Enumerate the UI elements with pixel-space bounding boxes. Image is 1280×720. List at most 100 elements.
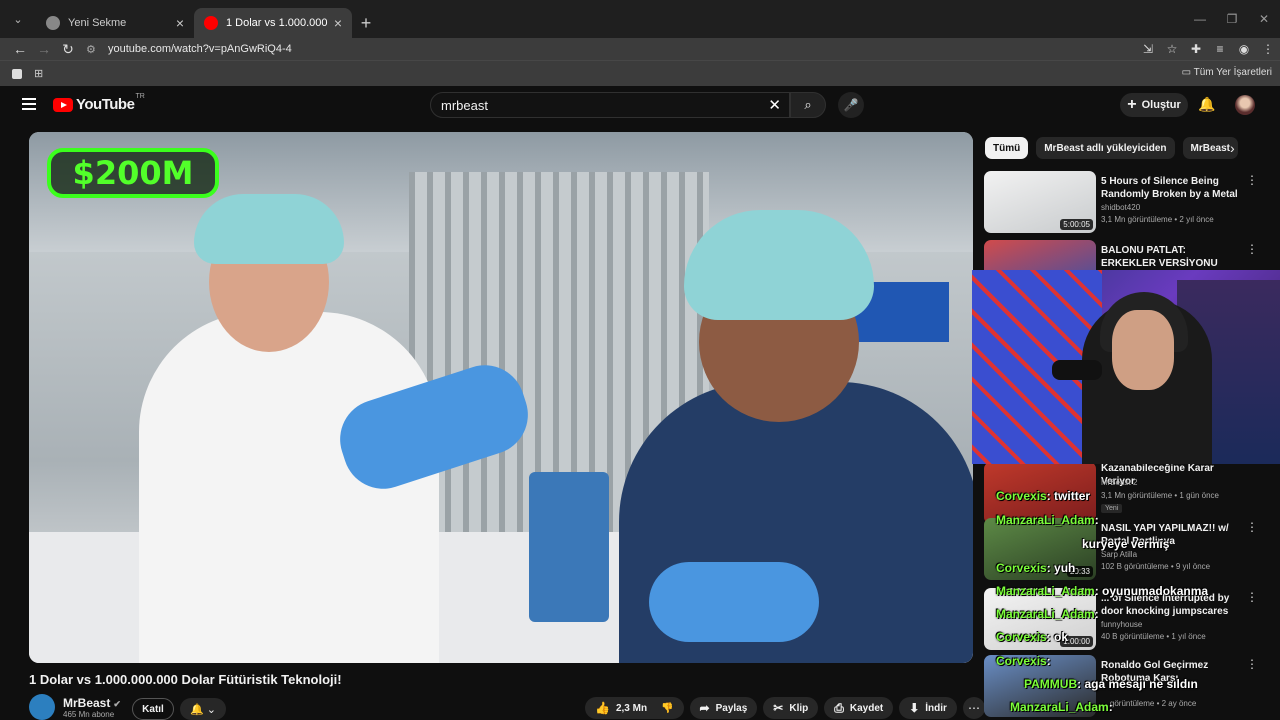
chat-text: : bbox=[1094, 513, 1099, 527]
save-label: Kaydet bbox=[849, 702, 884, 714]
chat-user: PAMMUB bbox=[1024, 677, 1078, 691]
install-icon[interactable]: ⇲ bbox=[1136, 42, 1160, 56]
chat-text: kuryeye vermiş bbox=[1082, 537, 1170, 551]
share-button[interactable]: ➦ Paylaş bbox=[689, 697, 758, 719]
video-thumbnail[interactable]: 5:00:05 bbox=[984, 171, 1096, 233]
search-input[interactable]: mrbeast ✕ bbox=[430, 92, 790, 118]
youtube-logo[interactable]: YouTube TR bbox=[53, 93, 145, 113]
minimize-icon[interactable]: — bbox=[1184, 0, 1216, 38]
url-text: youtube.com/watch?v=pAnGwRiQ4-4 bbox=[108, 43, 292, 55]
forward-icon[interactable]: → bbox=[32, 38, 56, 60]
site-info-icon[interactable]: ⚙ bbox=[86, 43, 108, 56]
clip-label: Klip bbox=[789, 702, 809, 714]
all-bookmarks-label: Tüm Yer İşaretleri bbox=[1193, 67, 1272, 78]
url-field[interactable]: ⚙ youtube.com/watch?v=pAnGwRiQ4-4 bbox=[86, 38, 1116, 60]
plus-icon: + bbox=[1127, 96, 1137, 113]
recommendation-meta: 3,1 Mn görüntüleme • 1 gün önce bbox=[1101, 491, 1219, 500]
more-options-icon[interactable]: ⋮ bbox=[1246, 173, 1258, 187]
recommendation-channel[interactable]: MrBeast 2 bbox=[1101, 478, 1137, 487]
chat-user: Corvexis bbox=[996, 654, 1047, 668]
search-value: mrbeast bbox=[441, 97, 488, 113]
media-icon[interactable]: ≡ bbox=[1208, 42, 1232, 56]
chat-user: ManzaraLi_Adam bbox=[996, 584, 1095, 598]
more-actions-icon[interactable]: ⋯ bbox=[962, 697, 985, 719]
recommendation-title[interactable]: 5 Hours of Silence Being Randomly Broken… bbox=[1101, 175, 1241, 203]
close-icon[interactable]: × bbox=[334, 15, 342, 31]
chat-text: : bbox=[1108, 700, 1113, 714]
restore-icon[interactable]: ❐ bbox=[1216, 0, 1248, 38]
apps-icon[interactable] bbox=[12, 68, 22, 79]
chat-text: : aga mesajı ne sıldın bbox=[1077, 677, 1198, 691]
thumbs-down-icon[interactable]: 👎 bbox=[661, 703, 673, 714]
channel-name[interactable]: MrBeast bbox=[63, 696, 110, 710]
recommendation-meta: 3,1 Mn görüntüleme • 2 yıl önce bbox=[1101, 215, 1214, 224]
reload-icon[interactable]: ↻ bbox=[56, 38, 80, 60]
user-avatar[interactable] bbox=[1235, 95, 1255, 115]
hamburger-menu-icon[interactable] bbox=[22, 98, 36, 110]
recommendation-title[interactable]: BALONU PATLAT: ERKEKLER VERSİYONU bbox=[1101, 244, 1241, 270]
extensions-icon[interactable]: ✚ bbox=[1184, 42, 1208, 56]
bookmark-star-icon[interactable]: ☆ bbox=[1160, 42, 1184, 56]
tab-grid-icon[interactable]: ⊞ bbox=[34, 67, 43, 80]
more-options-icon[interactable]: ⋮ bbox=[1246, 590, 1258, 604]
chat-user: ManzaraLi_Adam bbox=[996, 607, 1095, 621]
tab-new-tab[interactable]: Yeni Sekme × bbox=[36, 8, 194, 38]
download-label: İndir bbox=[925, 702, 947, 714]
video-title: 1 Dolar vs 1.000.000.000 Dolar Fütüristi… bbox=[29, 672, 342, 687]
window-close-icon[interactable]: ✕ bbox=[1248, 0, 1280, 38]
recommendation-item[interactable]: 5:00:05 5 Hours of Silence Being Randoml… bbox=[984, 171, 1274, 233]
more-options-icon[interactable]: ⋮ bbox=[1246, 242, 1258, 256]
create-label: Oluştur bbox=[1141, 99, 1181, 111]
recommendation-channel[interactable]: shidbot420 bbox=[1101, 203, 1140, 212]
new-tab-button[interactable]: + bbox=[352, 8, 380, 38]
chat-message: Corvexis: twitter bbox=[996, 489, 1090, 503]
chip-all[interactable]: Tümü bbox=[985, 137, 1029, 159]
tab-title: Yeni Sekme bbox=[68, 17, 127, 29]
tab-search-icon[interactable]: ⌄ bbox=[0, 0, 36, 38]
chat-message: Corvexis: bbox=[996, 654, 1051, 668]
download-button[interactable]: ⬇ İndir bbox=[899, 697, 957, 719]
tab-youtube-video[interactable]: 1 Dolar vs 1.000.000.000 Dolar Fütüristi… bbox=[194, 8, 352, 38]
webcam-overlay bbox=[972, 270, 1280, 464]
scene-hairnet-left bbox=[194, 194, 344, 264]
subscription-bell-button[interactable]: 🔔 ⌄ bbox=[180, 698, 226, 720]
like-button[interactable]: 👍 2,3 Mn 👎 bbox=[585, 697, 684, 719]
search-button[interactable]: ⌕ bbox=[790, 92, 826, 118]
chat-user: ManzaraLi_Adam bbox=[1010, 700, 1109, 714]
address-bar: ← → ↻ ⚙ youtube.com/watch?v=pAnGwRiQ4-4 … bbox=[0, 38, 1280, 60]
scene-blue-tank bbox=[529, 472, 609, 622]
youtube-header: YouTube TR mrbeast ✕ ⌕ 🎤 + Oluştur 🔔 bbox=[0, 86, 1280, 126]
scissors-icon: ✂ bbox=[773, 701, 784, 715]
create-button[interactable]: + Oluştur bbox=[1120, 93, 1188, 117]
menu-dots-icon[interactable]: ⋮ bbox=[1256, 42, 1280, 56]
chip-from-uploader[interactable]: MrBeast adlı yükleyiciden bbox=[1036, 137, 1175, 159]
verified-icon: ✔ bbox=[113, 698, 121, 709]
chat-message: Corvexis: yuh bbox=[996, 561, 1075, 575]
chat-message: ManzaraLi_Adam: bbox=[996, 607, 1099, 621]
bell-icon: 🔔 ⌄ bbox=[190, 703, 216, 716]
chat-text: : yuh bbox=[1046, 561, 1076, 575]
close-icon[interactable]: × bbox=[176, 15, 184, 31]
country-code: TR bbox=[135, 93, 145, 100]
chat-text: : oyunumadokanma bbox=[1094, 584, 1209, 598]
back-icon[interactable]: ← bbox=[8, 38, 32, 60]
recommendation-channel[interactable]: Sarp Atilla bbox=[1101, 550, 1137, 559]
more-options-icon[interactable]: ⋮ bbox=[1246, 657, 1258, 671]
more-options-icon[interactable]: ⋮ bbox=[1246, 520, 1258, 534]
clip-button[interactable]: ✂ Klip bbox=[763, 697, 819, 719]
all-bookmarks[interactable]: ▭ Tüm Yer İşaretleri bbox=[1182, 67, 1272, 78]
join-button[interactable]: Katıl bbox=[132, 698, 174, 720]
scene-hairnet-right bbox=[684, 210, 874, 320]
notifications-bell-icon[interactable]: 🔔 bbox=[1198, 96, 1215, 113]
channel-info: MrBeast ✔ 465 Mn abone bbox=[29, 694, 121, 720]
clear-search-icon[interactable]: ✕ bbox=[768, 96, 781, 114]
save-button[interactable]: ⎙ Kaydet bbox=[824, 697, 894, 719]
video-player[interactable]: $200M bbox=[29, 132, 973, 663]
recommendation-channel[interactable]: funnyhouse bbox=[1101, 620, 1142, 629]
chevron-right-icon[interactable]: › bbox=[1230, 140, 1235, 156]
channel-avatar[interactable] bbox=[29, 694, 55, 720]
profile-icon[interactable]: ◉ bbox=[1232, 42, 1256, 56]
filter-chips: Tümü MrBeast adlı yükleyiciden MrBeast bbox=[985, 137, 1246, 159]
chat-text: : twitter bbox=[1046, 489, 1091, 503]
voice-search-icon[interactable]: 🎤 bbox=[838, 92, 864, 118]
